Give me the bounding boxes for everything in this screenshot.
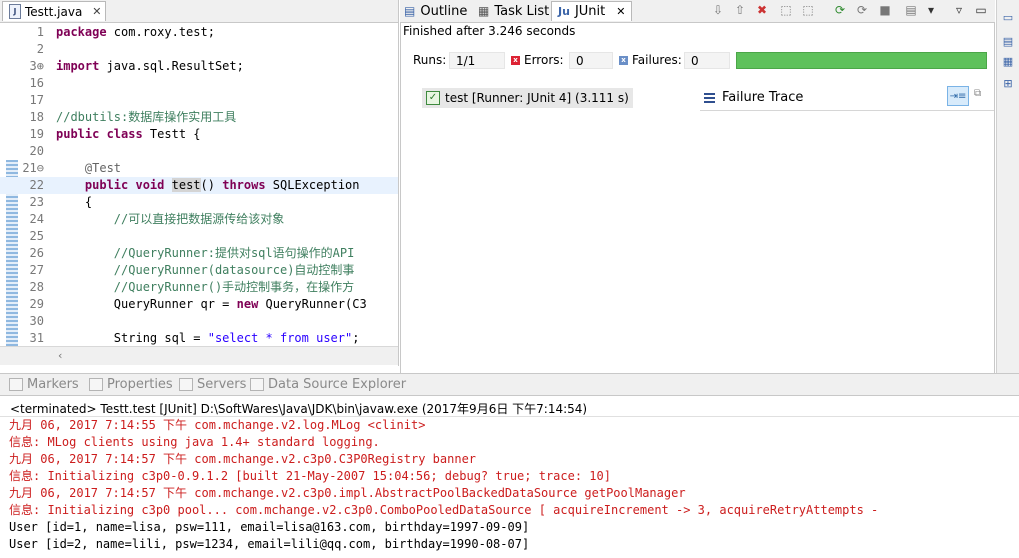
console-line: User [id=1, name=lisa, psw=111, email=li… [9,520,530,534]
code-line: 17 [29,93,44,107]
code-line: 3⊕ import java.sql.ResultSet; [29,59,244,73]
previous-failure-icon[interactable]: ⇧ [733,3,747,17]
code-line: 1 package com.roxy.test; [36,25,215,39]
tab-properties[interactable]: Properties [89,377,173,392]
java-file-icon: J [9,4,21,19]
console-line: 信息: Initializing c3p0-0.9.1.2 [built 21-… [9,469,611,483]
junit-view-tab-bar: ▤ Outline ▦ Task List Ju JUnit ✕ ⇩ ⇧ ✖ ⬚… [400,0,995,23]
scroll-lock-icon[interactable]: ⬚ [779,3,793,17]
progress-bar [736,52,987,69]
runs-label: Runs: [413,53,447,67]
minimize-icon[interactable]: ▭ [974,3,988,17]
tab-data-source-explorer[interactable]: Data Source Explorer [250,377,406,392]
editor-tab-testt-java[interactable]: J Testt.java ✕ [2,1,106,21]
bottom-view-tab-bar: Markers Properties Servers Data Source E… [0,373,1019,396]
compare-result-icon[interactable]: ⧉ [974,88,988,102]
outline-icon: ▤ [404,4,416,18]
right-trim-stack: ▭ ▤ ▦ ⊞ [996,0,1019,390]
outline-icon[interactable]: ▤ [1002,36,1014,48]
failure-icon: x [619,55,628,65]
code-line: 27 //QueryRunner(datasource)自动控制事 [29,263,355,277]
tab-junit[interactable]: Ju JUnit ✕ [551,1,633,21]
failure-trace-header: Failure Trace ⇥≡ ⧉ [700,86,994,111]
test-tree-item[interactable]: ✓ test [Runner: JUnit 4] (3.111 s) [422,88,633,108]
runs-value: 1/1 [449,52,505,69]
data-source-explorer-icon [250,378,264,391]
properties-icon [89,378,103,391]
console-status-text: <terminated> Testt.test [JUnit] D:\SoftW… [10,402,588,416]
console-status-line: <terminated> Testt.test [JUnit] D:\SoftW… [0,395,1019,417]
code-line: 19 public class Testt { [29,127,201,141]
scroll-left-icon[interactable]: ‹ [58,349,62,362]
code-line: 20 [29,144,44,158]
code-editor[interactable]: J Testt.java ✕ 1 package com.roxy.test; 2… [0,0,399,366]
finished-label: Finished after 3.246 seconds [403,24,576,38]
failures-label: x Failures: [619,53,682,67]
error-icon: x [511,55,520,65]
failure-trace-icon [704,93,715,95]
rerun-failed-icon[interactable]: ⬚ [801,3,815,17]
code-line: 25 [29,229,44,243]
view-menu-icon[interactable]: ▿ [952,3,966,17]
servers-icon [179,378,193,391]
code-line-current: 22 public void test() throws SQLExceptio… [0,177,398,194]
code-line: 30 [29,314,44,328]
code-line: 28 //QueryRunner()手动控制事务，在操作方 [29,280,355,294]
history-icon[interactable]: ▤ [904,3,918,17]
stop-icon[interactable]: ■ [878,3,892,17]
errors-value: 0 [569,52,613,69]
code-line: 16 [29,76,44,90]
code-area[interactable]: 1 package com.roxy.test; 2 3⊕ import java.… [0,24,398,346]
code-line: 24 //可以直接把数据源传给该对象 [29,212,285,226]
show-failures-only-icon[interactable]: ✖ [755,3,769,17]
console-line: 九月 06, 2017 7:14:55 下午 com.mchange.v2.lo… [9,418,426,432]
tab-markers[interactable]: Markers [9,377,79,392]
filter-stack-trace-button[interactable]: ⇥≡ [947,86,969,106]
code-line: 23 { [29,195,93,209]
console-line: 信息: MLog clients using java 1.4+ standar… [9,435,380,449]
console-line: 九月 06, 2017 7:14:57 下午 com.mchange.v2.c3… [9,452,477,466]
editor-tab-label: Testt.java [25,4,83,19]
code-line: 2 [36,42,44,56]
hierarchy-icon[interactable]: ⊞ [1002,78,1014,90]
editor-tab-bar: J Testt.java ✕ [0,0,398,23]
errors-label: x Errors: [511,53,564,67]
tab-outline[interactable]: ▤ Outline [404,1,467,21]
console-line: 九月 06, 2017 7:14:57 下午 com.mchange.v2.c3… [9,486,686,500]
console-line: User [id=2, name=lili, psw=1234, email=l… [9,537,530,551]
code-line: 29 QueryRunner qr = new QueryRunner(C3 [29,297,367,311]
close-icon[interactable]: ✕ [92,5,101,18]
task-list-icon: ▦ [478,4,490,18]
console-output[interactable]: 九月 06, 2017 7:14:55 下午 com.mchange.v2.lo… [0,417,1019,558]
code-line: 18//dbutils:数据库操作实用工具 [29,110,237,124]
rerun-failed-first-icon[interactable]: ⟳ [855,3,869,17]
console-line: 信息: Initializing c3p0 pool... com.mchang… [9,503,879,517]
next-failure-icon[interactable]: ⇩ [711,3,725,17]
test-passed-icon: ✓ [426,91,440,105]
horizontal-scrollbar[interactable]: ‹ [0,346,398,365]
code-line: 21⊖ @Test [22,161,122,175]
restore-icon[interactable]: ▭ [1002,12,1014,24]
failures-value: 0 [684,52,730,69]
tab-servers[interactable]: Servers [179,377,246,392]
tab-task-list[interactable]: ▦ Task List [478,1,549,21]
package-explorer-icon[interactable]: ▦ [1002,56,1014,68]
code-line: 26 //QueryRunner:提供对sql语句操作的API [29,246,355,260]
rerun-test-icon[interactable]: ⟳ [833,3,847,17]
history-dropdown-icon[interactable]: ▾ [924,3,938,17]
markers-icon [9,378,23,391]
code-line: 31 String sql = "select * from user"; [29,331,360,345]
junit-icon: Ju [558,5,570,18]
close-icon[interactable]: ✕ [616,5,625,18]
